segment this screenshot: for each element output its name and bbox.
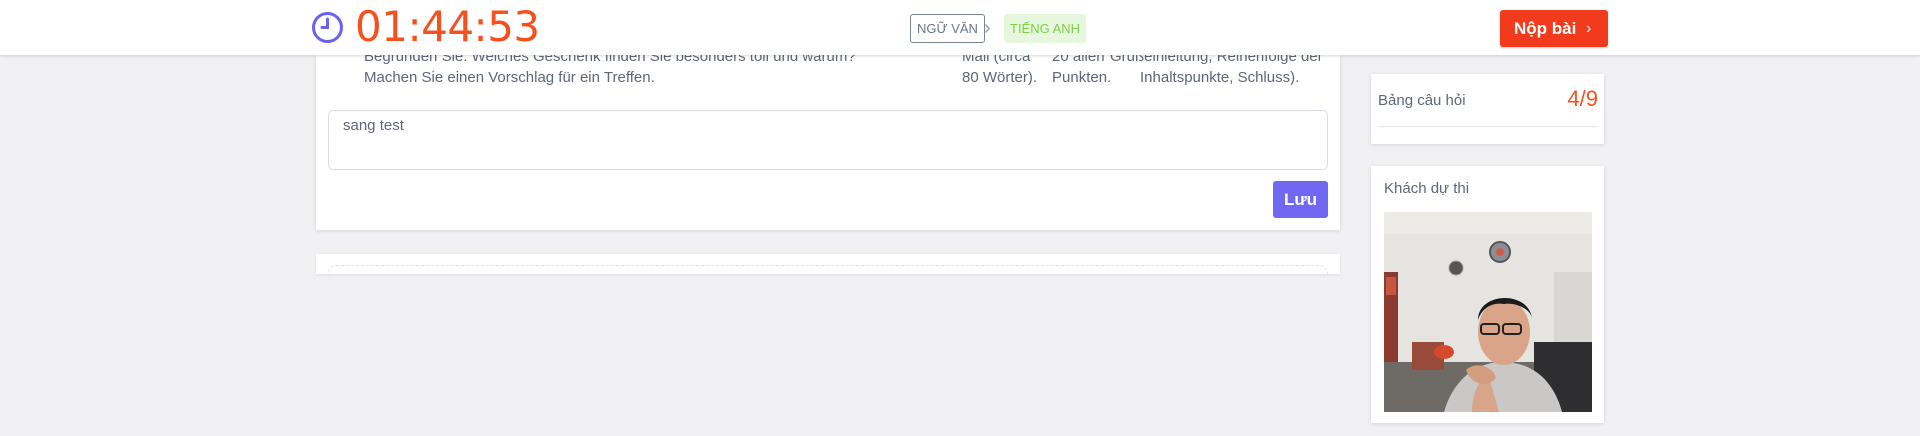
question-instruction-line: Machen Sie einen Vorschlag für ein Treff… [364,69,655,86]
question-card: Begründen Sie: Welches Geschenk finden S… [316,48,1340,230]
exam-timer: 01:44:53 [355,2,540,51]
answer-input-value: sang test [343,117,404,134]
chevron-right-icon: › [1586,20,1592,37]
next-question-frame [328,265,1328,274]
question-table-cell: Inhaltspunkte, Schluss). [1140,69,1300,86]
breadcrumb-subject[interactable]: NGỮ VĂN [910,14,985,43]
clock-icon [312,12,343,43]
question-board[interactable]: Bảng câu hỏi 4/9 [1371,74,1604,144]
candidate-title: Khách dự thi [1384,180,1470,197]
breadcrumb-current[interactable]: TIẾNG ANH [1004,14,1087,43]
submit-button-label: Nộp bài [1514,19,1577,38]
question-table-cell: 80 Wörter). [962,69,1038,86]
question-board-title: Bảng câu hỏi [1378,92,1466,109]
candidate-webcam-photo [1384,212,1592,412]
divider [1378,126,1598,127]
question-table-cell: Punkten. [1052,69,1112,86]
save-button[interactable]: Lưu [1273,181,1328,218]
answer-input[interactable]: sang test [328,110,1328,170]
top-bar: 01:44:53 NGỮ VĂN › TIẾNG ANH Nộp bài › [0,0,1920,55]
next-question-card [316,254,1340,274]
question-progress: 4/9 [1567,86,1598,111]
candidate-panel: Khách dự thi [1371,166,1604,423]
submit-exam-button[interactable]: Nộp bài › [1500,10,1608,47]
chevron-right-icon: › [984,17,991,39]
